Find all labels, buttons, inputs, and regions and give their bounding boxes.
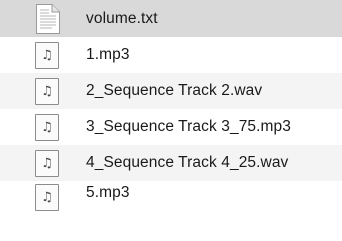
file-name: 1.mp3	[86, 46, 130, 63]
file-row-4-sequence-track-4-25-wav[interactable]: ♫ 4_Sequence Track 4_25.wav	[0, 145, 342, 181]
file-icon-cell: ♫	[0, 149, 86, 177]
audio-file-icon: ♫	[35, 41, 59, 69]
file-list: volume.txt ♫ 1.mp3 ♫ 2_Sequence Track 2.…	[0, 0, 342, 241]
file-row-volume-txt[interactable]: volume.txt	[0, 0, 342, 37]
file-icon-cell: ♫	[0, 184, 86, 211]
file-name: 2_Sequence Track 2.wav	[86, 82, 263, 99]
file-name: volume.txt	[86, 9, 158, 27]
file-row-3-sequence-track-3-75-mp3[interactable]: ♫ 3_Sequence Track 3_75.mp3	[0, 109, 342, 145]
file-icon-cell: ♫	[0, 41, 86, 69]
audio-file-icon: ♫	[35, 184, 59, 211]
text-document-icon	[36, 3, 60, 34]
file-row-1-mp3[interactable]: ♫ 1.mp3	[0, 37, 342, 73]
audio-file-icon: ♫	[35, 149, 59, 177]
file-name: 5.mp3	[86, 184, 130, 201]
file-name: 4_Sequence Track 4_25.wav	[86, 154, 289, 171]
audio-file-icon: ♫	[35, 113, 59, 141]
file-name: 3_Sequence Track 3_75.mp3	[86, 118, 291, 135]
file-row-2-sequence-track-2-wav[interactable]: ♫ 2_Sequence Track 2.wav	[0, 73, 342, 109]
file-icon-cell: ♫	[0, 113, 86, 141]
file-icon-cell	[0, 3, 86, 34]
file-icon-cell: ♫	[0, 77, 86, 105]
audio-file-icon: ♫	[35, 77, 59, 105]
file-row-5-mp3[interactable]: ♫ 5.mp3	[0, 181, 342, 211]
